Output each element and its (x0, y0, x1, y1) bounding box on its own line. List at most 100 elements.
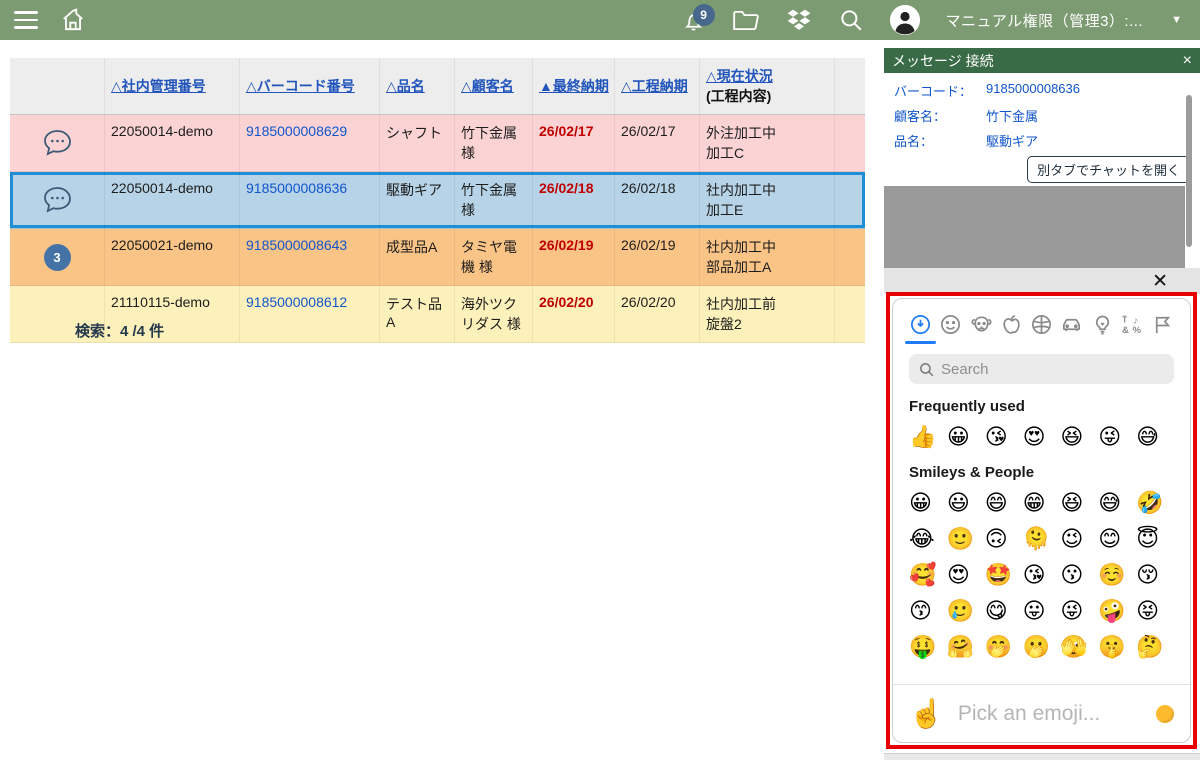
column-header-customer-name[interactable]: △顧客名 (455, 58, 533, 114)
emoji-search-input[interactable]: Search (909, 354, 1174, 384)
close-icon[interactable]: × (1183, 53, 1192, 69)
barcode-link[interactable]: 9185000008629 (240, 115, 380, 171)
chat-close-icon[interactable]: ✕ (1152, 272, 1168, 291)
emoji-item[interactable]: 🤪 (1098, 597, 1136, 624)
emoji-item[interactable]: 😂 (909, 525, 947, 552)
category-activity-icon[interactable] (1030, 313, 1053, 336)
message-field: 顧客名：竹下金属 (894, 106, 1190, 125)
spacer-cell (835, 115, 865, 171)
emoji-item[interactable]: 😅 (1136, 423, 1174, 450)
emoji-item[interactable]: 😘 (1023, 561, 1061, 588)
category-animals-icon[interactable] (970, 313, 993, 336)
emoji-item[interactable]: 😜 (1060, 597, 1098, 624)
column-header-management-number[interactable]: △社内管理番号 (105, 58, 240, 114)
open-chat-new-tab-button[interactable]: 別タブでチャットを開く (1027, 156, 1190, 183)
category-symbols-icon[interactable]: T̄ ♪ & % (1121, 313, 1144, 336)
chat-bubble-icon[interactable] (41, 185, 74, 215)
pointing-hand-emoji[interactable]: ☝️ (909, 697, 944, 730)
table-row[interactable]: 322050021-demo9185000008643成型品Aタミヤ電機 様26… (10, 229, 865, 286)
emoji-item[interactable]: 🫠 (1023, 525, 1061, 552)
column-header-barcode-number[interactable]: △バーコード番号 (240, 58, 380, 114)
emoji-item[interactable]: 😘 (985, 423, 1023, 450)
category-travel-icon[interactable] (1060, 313, 1083, 336)
barcode-link[interactable]: 9185000008643 (240, 229, 380, 285)
search-icon[interactable] (838, 7, 864, 33)
management-number-cell: 22050021-demo (105, 229, 240, 285)
emoji-item[interactable]: 😗 (1060, 561, 1098, 588)
emoji-item[interactable]: 🫣 (1060, 633, 1098, 660)
final-due-cell: 26/02/19 (533, 229, 615, 285)
emoji-item[interactable]: 😍 (947, 561, 985, 588)
emoji-item[interactable]: 🤗 (947, 633, 985, 660)
home-icon[interactable] (60, 7, 86, 33)
emoji-item[interactable]: 🥲 (947, 597, 985, 624)
emoji-item[interactable]: 😆 (1060, 489, 1098, 516)
customer-name-cell: 海外ツクリダス 様 (455, 286, 533, 342)
emoji-item[interactable]: 😛 (1023, 597, 1061, 624)
chevron-down-icon[interactable]: ▼ (1171, 14, 1182, 26)
emoji-item[interactable]: 🫢 (1023, 633, 1061, 660)
unread-count-badge[interactable]: 3 (44, 244, 71, 271)
column-header-final-due[interactable]: ▲最終納期 (533, 58, 615, 114)
chat-bubble-icon[interactable] (41, 128, 74, 158)
spacer-cell (835, 172, 865, 228)
orders-table-head: △社内管理番号△バーコード番号△品名△顧客名▲最終納期△工程納期△現在状況(工程… (10, 58, 865, 115)
barcode-link[interactable]: 9185000008636 (240, 172, 380, 228)
emoji-input-placeholder: Pick an emoji... (958, 702, 1142, 726)
user-avatar[interactable] (890, 5, 920, 35)
emoji-item[interactable]: 😙 (909, 597, 947, 624)
emoji-item[interactable]: 👍 (909, 423, 947, 450)
emoji-item[interactable]: 😝 (1136, 597, 1174, 624)
emoji-item[interactable]: 😚 (1136, 561, 1174, 588)
emoji-item[interactable]: 😇 (1136, 525, 1174, 552)
emoji-message-input[interactable]: ☝️ Pick an emoji... (893, 684, 1190, 742)
chat-toolbar-strip: ✕ (884, 268, 1200, 294)
barcode-link[interactable]: 9185000008612 (240, 286, 380, 342)
emoji-item[interactable]: 😀 (947, 423, 985, 450)
chat-content-placeholder (884, 186, 1185, 268)
column-header-product-name[interactable]: △品名 (380, 58, 455, 114)
emoji-section-title: Smileys & People (909, 464, 1174, 481)
emoji-item[interactable]: 😉 (1060, 525, 1098, 552)
emoji-item[interactable]: 🤔 (1136, 633, 1174, 660)
current-user-label[interactable]: マニュアル権限（管理3）:... (946, 10, 1144, 31)
emoji-item[interactable]: 😊 (1098, 525, 1136, 552)
dropbox-icon[interactable] (786, 8, 812, 33)
emoji-item[interactable]: 😍 (1023, 423, 1061, 450)
category-food-icon[interactable] (1000, 313, 1023, 336)
category-flags-icon[interactable] (1151, 313, 1174, 336)
emoji-item[interactable]: 😅 (1098, 489, 1136, 516)
column-header-row-icon (10, 58, 105, 114)
emoji-item[interactable]: 🤫 (1098, 633, 1136, 660)
emoji-item[interactable]: 😜 (1098, 423, 1136, 450)
skin-tone-selector[interactable] (1156, 705, 1174, 723)
message-panel-scrollbar[interactable] (1186, 95, 1192, 247)
emoji-item[interactable]: 😁 (1023, 489, 1061, 516)
category-objects-icon[interactable] (1091, 313, 1114, 336)
emoji-item[interactable]: 🥰 (909, 561, 947, 588)
category-smileys-icon[interactable] (939, 313, 962, 336)
emoji-item[interactable]: 😆 (1060, 423, 1098, 450)
table-row[interactable]: 22050014-demo9185000008636駆動ギア竹下金属 様26/0… (10, 172, 865, 229)
column-header-process-due[interactable]: △工程納期 (615, 58, 700, 114)
management-number-cell: 22050014-demo (105, 115, 240, 171)
emoji-item[interactable]: 😃 (947, 489, 985, 516)
emoji-item[interactable]: 😋 (985, 597, 1023, 624)
folder-icon[interactable] (732, 8, 760, 33)
table-row[interactable]: 22050014-demo9185000008629シャフト竹下金属 様26/0… (10, 115, 865, 172)
emoji-item[interactable]: 🙃 (985, 525, 1023, 552)
category-recent-icon[interactable] (909, 313, 932, 336)
emoji-item[interactable]: 😄 (985, 489, 1023, 516)
emoji-item[interactable]: 🤑 (909, 633, 947, 660)
emoji-sections: Frequently used👍😀😘😍😆😜😅Smileys & People😀😃… (893, 384, 1190, 684)
emoji-item[interactable]: ☺️ (1098, 561, 1136, 588)
emoji-item[interactable]: 🤭 (985, 633, 1023, 660)
product-name-cell: シャフト (380, 115, 455, 171)
emoji-item[interactable]: 🙂 (947, 525, 985, 552)
emoji-item[interactable]: 🤣 (1136, 489, 1174, 516)
emoji-item[interactable]: 😀 (909, 489, 947, 516)
column-header-current-status[interactable]: △現在状況(工程内容) (700, 58, 835, 114)
notifications-bell-icon[interactable]: 9 (681, 8, 706, 33)
menu-icon[interactable] (14, 11, 38, 29)
emoji-item[interactable]: 🤩 (985, 561, 1023, 588)
